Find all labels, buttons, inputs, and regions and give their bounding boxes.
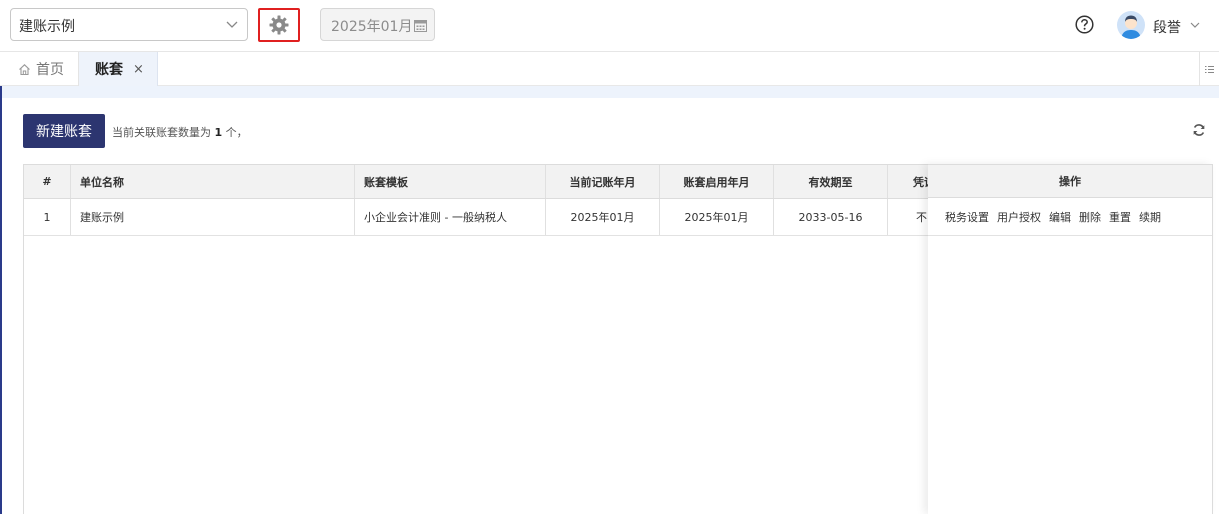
tab-accounts-label: 账套 xyxy=(95,62,123,78)
account-count-text: 当前关联账套数量为 1 个， xyxy=(112,124,248,140)
count-prefix: 当前关联账套数量为 xyxy=(112,126,211,139)
left-edge xyxy=(0,86,2,514)
chevron-down-icon xyxy=(226,21,238,28)
new-account-set-button[interactable]: 新建账套 xyxy=(23,114,105,148)
top-bar: 建账示例 2025年01月 段誉 xyxy=(0,0,1219,52)
content-band xyxy=(0,86,1219,98)
actions-column: 操作 税务设置 用户授权 编辑 删除 重置 续期 xyxy=(928,164,1213,514)
user-authorization-link[interactable]: 用户授权 xyxy=(997,209,1041,225)
count-suffix: 个， xyxy=(225,126,248,139)
tab-bar: 首页 账套 × xyxy=(0,52,1219,86)
user-avatar-icon xyxy=(1121,15,1141,39)
settings-button[interactable] xyxy=(258,8,300,42)
header-current-period: 当前记账年月 xyxy=(546,165,660,198)
header-valid-until: 有效期至 xyxy=(774,165,888,198)
row-template: 小企业会计准则 - 一般纳税人 xyxy=(355,199,546,235)
list-icon xyxy=(1205,65,1214,73)
home-icon xyxy=(19,63,30,75)
user-name[interactable]: 段誉 xyxy=(1153,17,1181,37)
header-actions: 操作 xyxy=(928,165,1212,198)
count-value: 1 xyxy=(214,126,223,139)
edit-link[interactable]: 编辑 xyxy=(1049,209,1071,225)
row-start-period: 2025年01月 xyxy=(660,199,774,235)
header-index: # xyxy=(24,165,71,198)
period-picker[interactable]: 2025年01月 xyxy=(320,8,435,41)
row-index: 1 xyxy=(24,199,71,235)
renew-link[interactable]: 续期 xyxy=(1139,209,1161,225)
delete-link[interactable]: 删除 xyxy=(1079,209,1101,225)
tab-home[interactable]: 首页 xyxy=(0,52,79,86)
row-unit-name: 建账示例 xyxy=(71,199,355,235)
close-icon[interactable]: × xyxy=(133,62,144,77)
chevron-down-icon[interactable] xyxy=(1189,19,1201,31)
tax-settings-link[interactable]: 税务设置 xyxy=(945,209,989,225)
row-actions: 税务设置 用户授权 编辑 删除 重置 续期 xyxy=(928,199,1212,236)
row-current-period: 2025年01月 xyxy=(546,199,660,235)
header-start-period: 账套启用年月 xyxy=(660,165,774,198)
header-template: 账套模板 xyxy=(355,165,546,198)
company-select[interactable]: 建账示例 xyxy=(10,8,248,41)
gear-icon xyxy=(269,15,289,35)
help-icon[interactable] xyxy=(1075,15,1094,34)
refresh-icon[interactable] xyxy=(1192,123,1206,137)
period-value: 2025年01月 xyxy=(331,19,413,35)
row-valid-until: 2033-05-16 xyxy=(774,199,888,235)
tab-home-label: 首页 xyxy=(36,62,64,78)
company-select-value: 建账示例 xyxy=(19,19,75,35)
reset-link[interactable]: 重置 xyxy=(1109,209,1131,225)
tab-accounts[interactable]: 账套 × xyxy=(79,52,158,86)
avatar[interactable] xyxy=(1117,11,1145,39)
calendar-icon xyxy=(414,20,427,32)
header-unit-name: 单位名称 xyxy=(71,165,355,198)
tab-menu-button[interactable] xyxy=(1199,52,1219,86)
